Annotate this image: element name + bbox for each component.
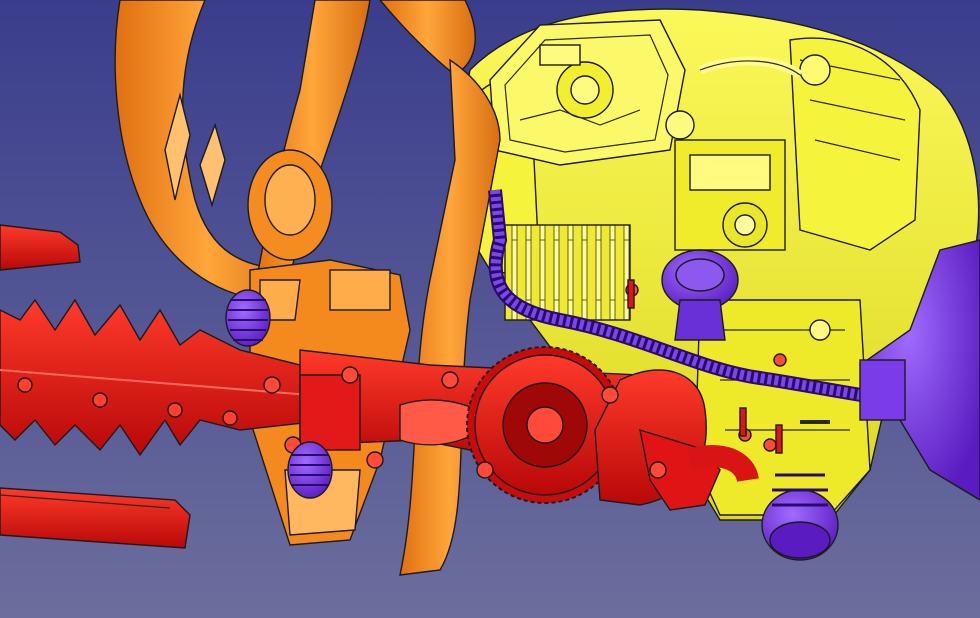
cad-render	[0, 0, 980, 618]
cad-viewport[interactable]	[0, 0, 980, 618]
